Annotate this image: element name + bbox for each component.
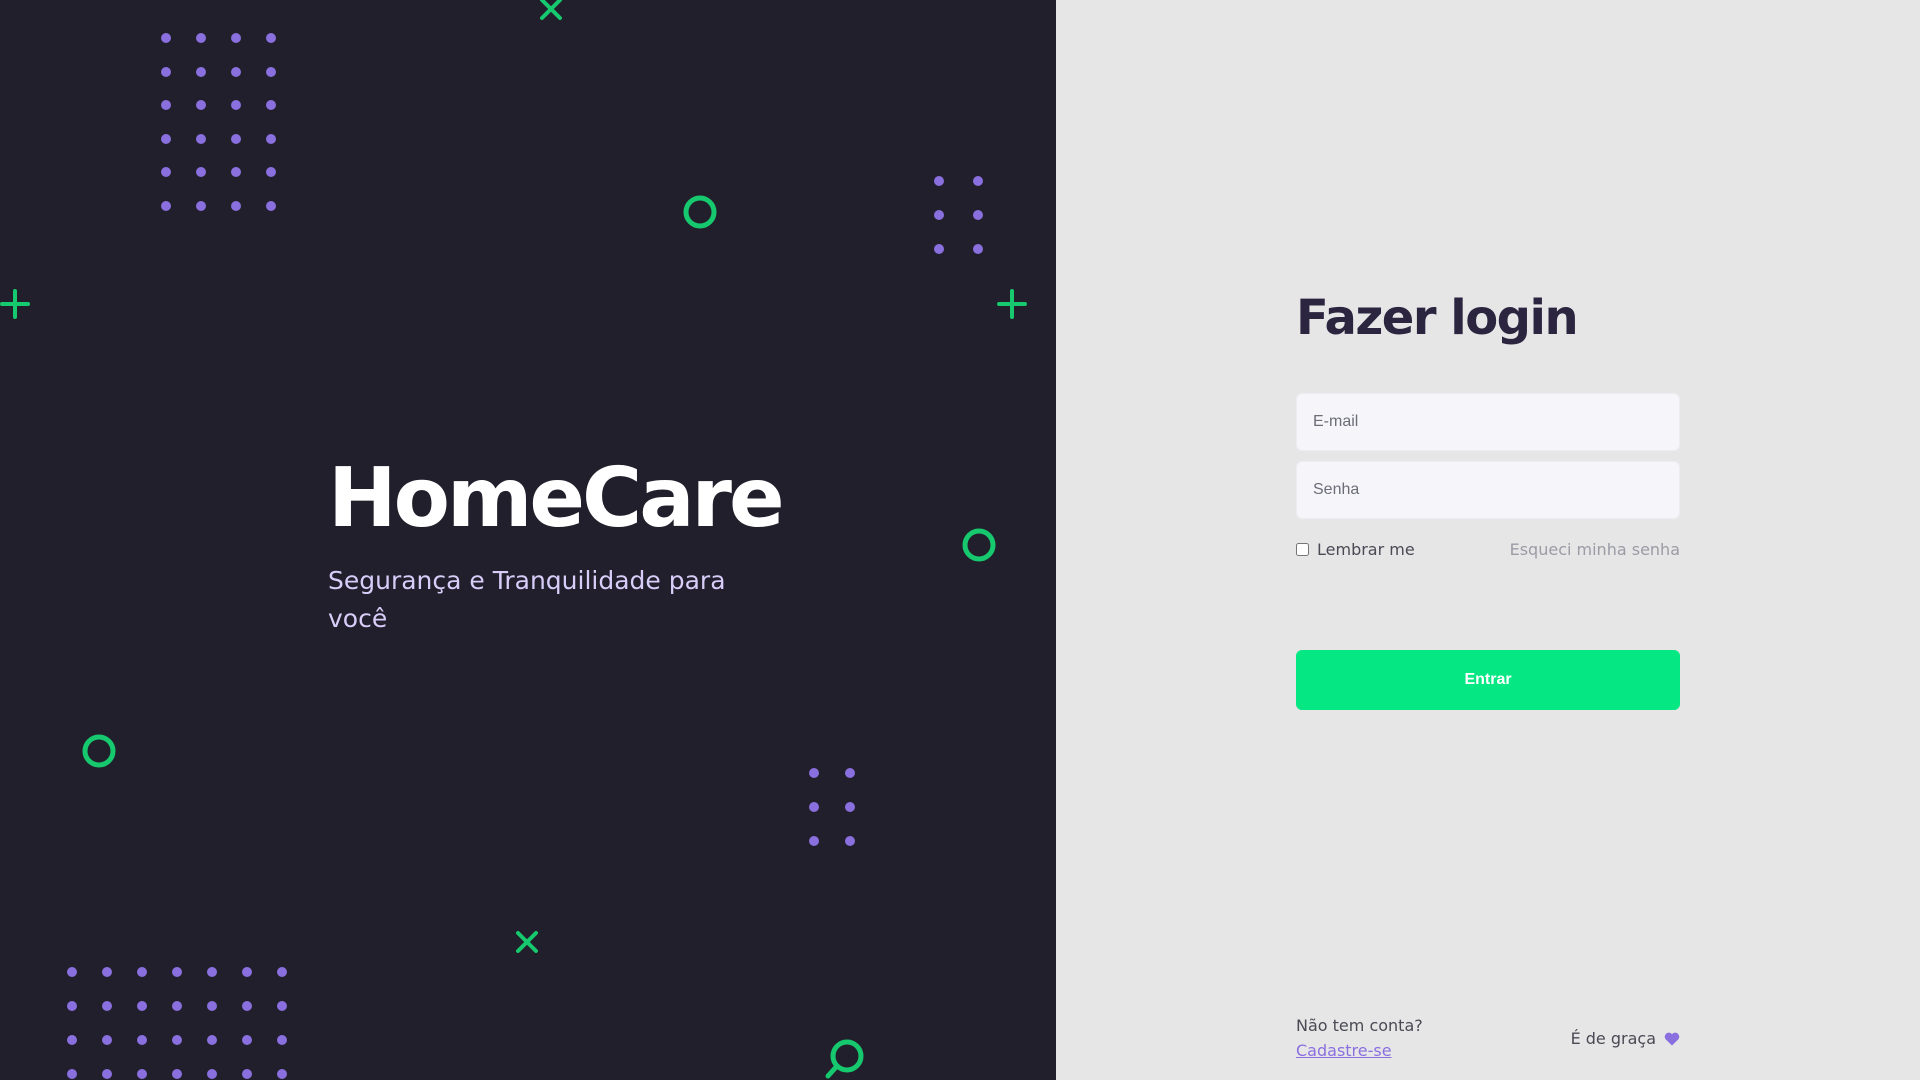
free-label: É de graça — [1570, 1029, 1656, 1048]
login-panel: Fazer login Lembrar me Esqueci minha sen… — [1056, 0, 1920, 1080]
login-button[interactable]: Entrar — [1296, 650, 1680, 710]
dot-grid-middle-right — [809, 768, 855, 846]
dot-grid-top-left — [161, 33, 276, 211]
password-input[interactable] — [1296, 461, 1680, 519]
remember-me-checkbox[interactable] — [1296, 543, 1309, 556]
free-note: É de graça — [1476, 1029, 1680, 1048]
dot-grid-top-right — [934, 176, 983, 254]
plus-icon — [997, 289, 1027, 319]
circle-icon — [962, 528, 996, 562]
signup-link[interactable]: Cadastre-se — [1296, 1041, 1392, 1060]
remember-me-label: Lembrar me — [1317, 540, 1415, 559]
circle-icon — [82, 734, 116, 768]
brand-block: HomeCare Segurança e Tranquilidade para … — [328, 451, 785, 638]
circle-icon — [683, 195, 717, 229]
dot-grid-bottom-left — [67, 967, 287, 1079]
signup-prompt: Não tem conta? — [1296, 1016, 1423, 1035]
brand-tagline: Segurança e Tranquilidade para você — [328, 566, 726, 633]
brand-title: HomeCare — [328, 451, 785, 546]
forgot-password-link[interactable]: Esqueci minha senha — [1476, 540, 1680, 559]
x-icon — [540, 0, 562, 20]
x-icon — [516, 931, 538, 953]
remember-me[interactable]: Lembrar me — [1296, 540, 1415, 559]
heart-icon — [1664, 1032, 1680, 1045]
email-input[interactable] — [1296, 393, 1680, 451]
login-title: Fazer login — [1296, 290, 1579, 346]
hero-panel: HomeCare Segurança e Tranquilidade para … — [0, 0, 1056, 1080]
search-icon — [825, 1039, 864, 1079]
plus-icon — [0, 289, 30, 319]
